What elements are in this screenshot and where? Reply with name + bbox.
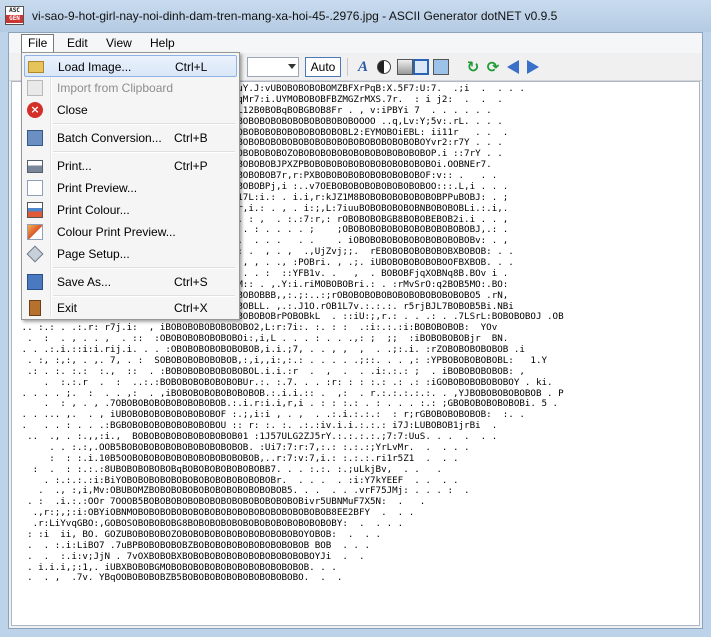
menu-item-shortcut: Ctrl+L: [175, 60, 208, 74]
menu-item-batch-conversion[interactable]: Batch Conversion... Ctrl+B: [24, 127, 237, 149]
menu-item-label: Print Preview...: [57, 181, 138, 195]
menu-item-print[interactable]: Print... Ctrl+P: [24, 155, 237, 177]
page-setup-icon: [26, 245, 44, 263]
menu-item-colour-print-preview[interactable]: Colour Print Preview...: [24, 221, 237, 243]
close-icon: ×: [27, 102, 43, 118]
menu-item-label: Print...: [57, 159, 92, 173]
printer-icon: [27, 160, 43, 173]
app-logo-text: ASC: [9, 7, 20, 14]
menu-item-shortcut: Ctrl+X: [174, 301, 208, 315]
menu-item-exit[interactable]: Exit Ctrl+X: [24, 297, 237, 319]
menu-file[interactable]: File: [21, 34, 55, 53]
menu-help[interactable]: Help: [144, 35, 181, 51]
menu-item-load-image[interactable]: Load Image... Ctrl+L: [24, 55, 237, 77]
menu-item-label: Page Setup...: [57, 247, 130, 261]
window-title: vi-sao-9-hot-girl-nay-noi-dinh-dam-tren-…: [32, 9, 558, 23]
menu-item-label: Close: [57, 103, 88, 117]
menu-view[interactable]: View: [100, 35, 138, 51]
menu-separator: [53, 267, 235, 269]
menu-item-shortcut: Ctrl+S: [174, 275, 208, 289]
menu-edit[interactable]: Edit: [61, 35, 94, 51]
exit-icon: [29, 300, 41, 316]
menu-item-page-setup[interactable]: Page Setup...: [24, 243, 237, 265]
menu-item-shortcut: Ctrl+P: [174, 159, 208, 173]
refresh-icon[interactable]: ↻: [465, 59, 481, 75]
chevron-down-icon[interactable]: [288, 64, 296, 69]
menu-item-label: Batch Conversion...: [57, 131, 162, 145]
menu-item-label: Save As...: [57, 275, 112, 289]
menu-item-label: Exit: [57, 301, 78, 315]
font-size-combo[interactable]: [247, 57, 299, 77]
colour-printer-icon: [27, 202, 43, 218]
app-logo-text-2: GEN: [6, 15, 23, 23]
menu-item-save-as[interactable]: Save As... Ctrl+S: [24, 271, 237, 293]
menu-item-shortcut: Ctrl+B: [174, 131, 208, 145]
colour-print-preview-icon: [27, 224, 43, 240]
menu-item-label: Load Image...: [58, 60, 132, 74]
brightness-contrast-icon[interactable]: [377, 60, 391, 74]
arrow-right-icon[interactable]: [527, 60, 539, 74]
menu-item-print-colour[interactable]: Print Colour...: [24, 199, 237, 221]
rotate-icon[interactable]: ⟳: [485, 59, 501, 75]
auto-button[interactable]: Auto: [305, 57, 341, 77]
menu-item-label: Colour Print Preview...: [57, 225, 176, 239]
batch-icon: [27, 130, 43, 146]
folder-icon: [28, 61, 44, 73]
grid-icon[interactable]: [397, 59, 413, 75]
menu-bar: File Edit View Help: [9, 33, 702, 53]
arrow-left-icon[interactable]: [507, 60, 519, 74]
menu-separator: [53, 123, 235, 125]
toolbar-separator: [347, 58, 348, 76]
title-bar: ASC GEN vi-sao-9-hot-girl-nay-noi-dinh-d…: [0, 0, 711, 32]
menu-separator: [53, 151, 235, 153]
file-menu-dropdown: Load Image... Ctrl+L Import from Clipboa…: [21, 52, 240, 320]
menu-item-import-clipboard: Import from Clipboard: [24, 77, 237, 99]
menu-item-print-preview[interactable]: Print Preview...: [24, 177, 237, 199]
clipboard-icon: [27, 80, 43, 96]
menu-item-label: Import from Clipboard: [57, 81, 174, 95]
monitor-icon[interactable]: [433, 59, 449, 75]
menu-item-close[interactable]: × Close: [24, 99, 237, 121]
print-preview-icon: [27, 180, 43, 196]
save-icon: [27, 274, 43, 290]
menu-item-label: Print Colour...: [57, 203, 130, 217]
app-logo-icon[interactable]: ASC GEN: [5, 6, 24, 25]
image-view-icon[interactable]: [413, 59, 429, 75]
font-italic-a-icon[interactable]: A: [355, 59, 371, 75]
